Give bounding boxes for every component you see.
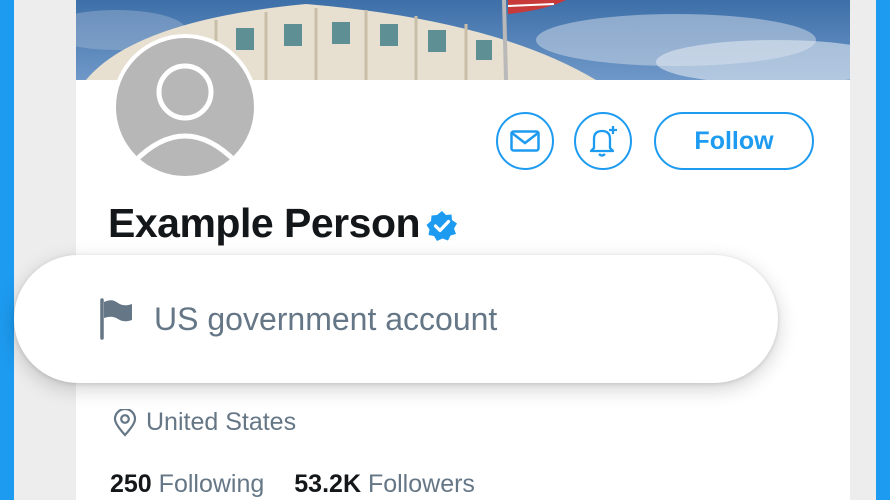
government-account-label: US government account: [14, 255, 778, 383]
avatar[interactable]: [112, 34, 258, 180]
following-label: Following: [158, 470, 265, 498]
followers-stat[interactable]: 53.2K Followers: [294, 470, 475, 499]
notifications-button[interactable]: [574, 112, 632, 170]
location-text: United States: [146, 408, 297, 436]
location-pin-icon: [113, 408, 137, 437]
profile-name-row: Example Person: [108, 200, 458, 247]
profile-card: Follow Example Person United States 250 …: [76, 0, 850, 500]
followers-label: Followers: [367, 470, 475, 498]
account-label-text: US government account: [154, 300, 498, 337]
following-count: 250: [110, 470, 152, 498]
message-button[interactable]: [496, 112, 554, 170]
bell-plus-icon: [589, 126, 617, 157]
profile-name: Example Person: [108, 200, 421, 246]
follow-button[interactable]: Follow: [654, 112, 814, 170]
envelope-icon: [510, 130, 540, 152]
verified-badge-icon: [426, 210, 458, 241]
following-stat[interactable]: 250 Following: [110, 470, 264, 499]
follow-stats: 250 Following 53.2K Followers: [110, 470, 475, 499]
followers-count: 53.2K: [294, 470, 361, 498]
profile-location: United States: [112, 408, 296, 437]
app-frame: Follow Example Person United States 250 …: [14, 0, 876, 500]
flag-icon: [100, 298, 132, 340]
